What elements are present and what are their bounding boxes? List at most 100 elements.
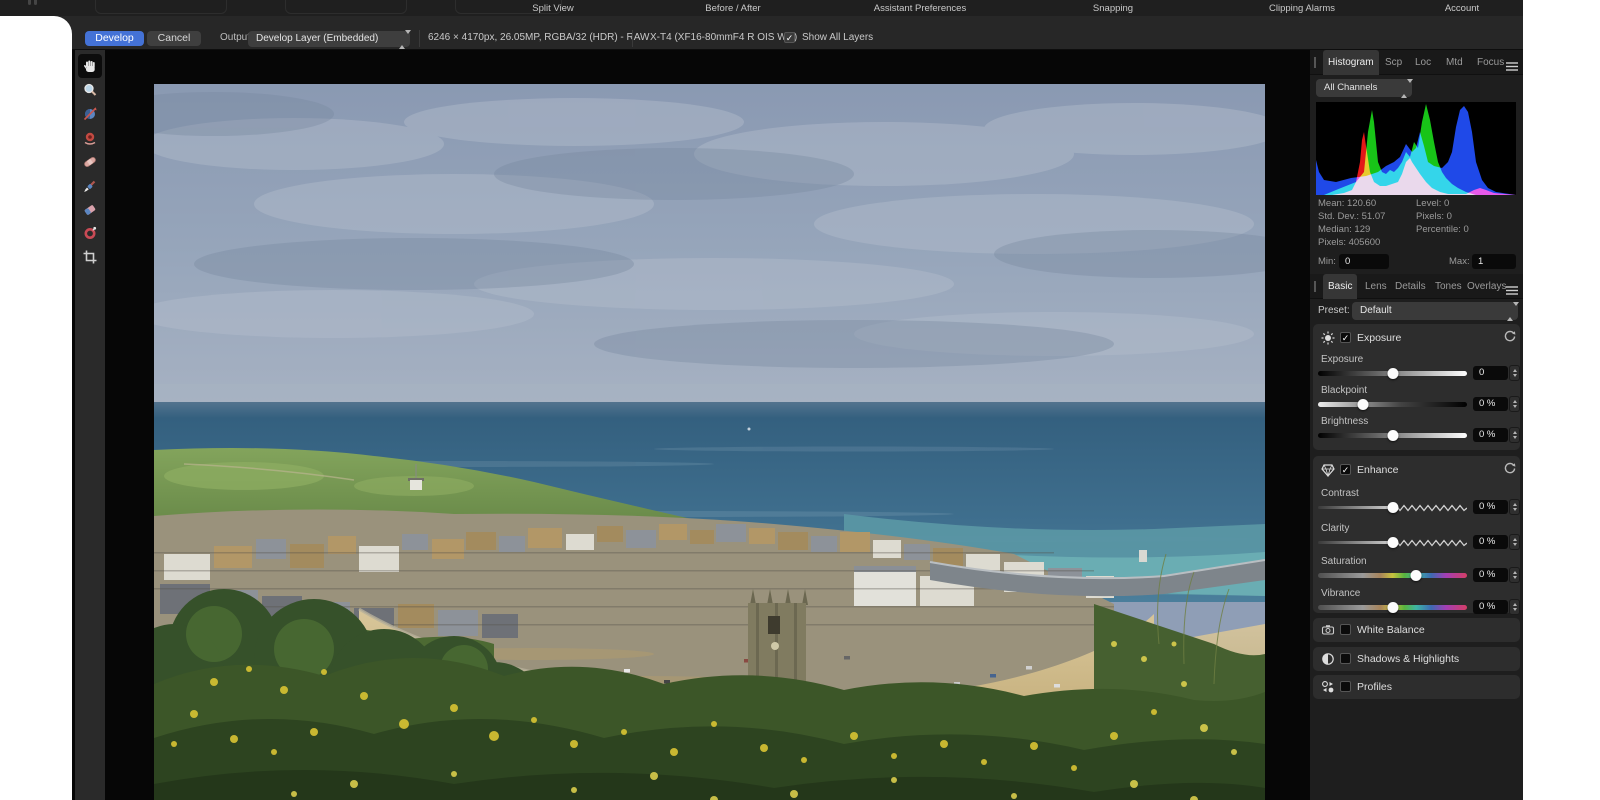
contrast-icon [1321, 652, 1335, 666]
exposure-slider[interactable] [1318, 371, 1467, 376]
saturation-value[interactable]: 0 % [1473, 568, 1508, 582]
white-balance-tool[interactable] [78, 102, 102, 126]
cancel-button[interactable]: Cancel [147, 31, 201, 46]
select-stepper-icon [1507, 306, 1514, 317]
develop-button[interactable]: Develop [85, 31, 144, 46]
slider-thumb[interactable] [1387, 502, 1398, 513]
output-select[interactable]: Develop Layer (Embedded) [248, 31, 410, 47]
app-screen: Split View Before / After Assistant Pref… [0, 0, 1600, 800]
exposure-reset-button[interactable] [1503, 330, 1517, 344]
vibrance-value[interactable]: 0 % [1473, 600, 1508, 614]
slider-label: Vibrance [1321, 588, 1360, 599]
white-balance-section[interactable]: White Balance [1313, 618, 1520, 642]
value-stepper[interactable] [1509, 534, 1520, 550]
toolbar-label-snapping[interactable]: Snapping [1093, 3, 1133, 14]
sun-icon [1321, 331, 1335, 345]
check-icon: ✓ [1342, 465, 1350, 475]
zoom-tool[interactable] [78, 78, 102, 102]
profiles-enabled-checkbox[interactable] [1340, 681, 1351, 692]
enhance-reset-button[interactable] [1503, 462, 1517, 476]
exposure-enabled-checkbox[interactable]: ✓ [1340, 332, 1351, 343]
clarity-slider[interactable] [1318, 540, 1467, 545]
slider-thumb[interactable] [1387, 430, 1398, 441]
tab-details[interactable]: Details [1390, 274, 1431, 299]
toolbar-label-split-view[interactable]: Split View [532, 3, 574, 14]
blackpoint-value[interactable]: 0 % [1473, 397, 1508, 411]
stat-mean: Mean: 120.60 [1318, 198, 1376, 209]
value-stepper[interactable] [1509, 396, 1520, 412]
eraser-icon [82, 202, 98, 218]
desktop-background [0, 16, 72, 800]
stat-percentile: Percentile: 0 [1416, 224, 1469, 235]
overlay-paint-tool[interactable] [78, 174, 102, 198]
tab-overlays[interactable]: Overlays [1462, 274, 1511, 299]
toolbar-label-assistant-preferences[interactable]: Assistant Preferences [874, 3, 966, 14]
show-all-layers-label[interactable]: Show All Layers [802, 32, 873, 43]
toolbar-label-before-after[interactable]: Before / After [705, 3, 760, 14]
preset-select-value: Default [1360, 302, 1392, 320]
stat-level: Level: 0 [1416, 198, 1449, 209]
vibrance-slider[interactable] [1318, 605, 1467, 610]
value-stepper[interactable] [1509, 427, 1520, 443]
toolbar-remnant [285, 0, 407, 14]
brightness-value[interactable]: 0 % [1473, 428, 1508, 442]
enhance-enabled-checkbox[interactable]: ✓ [1340, 464, 1351, 475]
photo-st-ives [154, 84, 1265, 800]
exposure-value[interactable]: 0 [1473, 366, 1508, 380]
view-tool[interactable] [78, 54, 102, 78]
value-stepper[interactable] [1509, 599, 1520, 615]
saturation-slider[interactable] [1318, 573, 1467, 578]
toolbar-label-clipping-alarms[interactable]: Clipping Alarms [1269, 3, 1335, 14]
max-input[interactable]: 1 [1472, 254, 1516, 269]
panel-menu-button[interactable] [1506, 58, 1518, 76]
section-title: Shadows & Highlights [1357, 653, 1459, 665]
select-stepper-icon [399, 34, 406, 45]
min-label: Min: [1318, 256, 1336, 267]
slider-label: Brightness [1321, 416, 1368, 427]
red-eye-removal-tool[interactable] [78, 126, 102, 150]
white-balance-icon [82, 106, 98, 122]
slider-thumb[interactable] [1387, 602, 1398, 613]
overlay-gradient-tool[interactable] [78, 221, 102, 245]
panel-menu-button[interactable] [1506, 282, 1518, 300]
preset-select[interactable]: Default [1352, 302, 1518, 320]
shadows-highlights-section[interactable]: Shadows & Highlights [1313, 647, 1520, 671]
show-all-layers-checkbox[interactable]: ✓ [784, 32, 795, 43]
blackpoint-slider[interactable] [1318, 402, 1467, 407]
tab-location[interactable]: Loc [1410, 50, 1436, 75]
channel-select[interactable]: All Channels [1316, 79, 1412, 97]
shadows-highlights-enabled-checkbox[interactable] [1340, 653, 1351, 664]
tab-basic[interactable]: Basic [1323, 274, 1357, 299]
toolbar-label-account[interactable]: Account [1445, 3, 1479, 14]
output-select-value: Develop Layer (Embedded) [256, 31, 378, 47]
tab-histogram[interactable]: Histogram [1323, 50, 1379, 75]
slider-thumb[interactable] [1411, 570, 1422, 581]
blemish-removal-tool[interactable] [78, 150, 102, 174]
gradient-icon [82, 225, 98, 241]
clarity-value[interactable]: 0 % [1473, 535, 1508, 549]
histogram-plot [1316, 102, 1516, 195]
overlay-erase-tool[interactable] [78, 198, 102, 222]
tab-lens[interactable]: Lens [1360, 274, 1392, 299]
brightness-slider[interactable] [1318, 433, 1467, 438]
profiles-section[interactable]: Profiles [1313, 675, 1520, 699]
value-stepper[interactable] [1509, 567, 1520, 583]
exposure-section: ✓ Exposure Exposure 0 Blackpoint 0 % Bri… [1313, 324, 1520, 450]
tab-focus[interactable]: Focus [1472, 50, 1509, 75]
contrast-slider[interactable] [1318, 505, 1467, 510]
profiles-icon [1321, 680, 1335, 694]
photo-canvas[interactable] [154, 84, 1265, 800]
tab-metadata[interactable]: Mtd [1441, 50, 1468, 75]
preset-label: Preset: [1318, 305, 1350, 316]
slider-thumb[interactable] [1357, 399, 1368, 410]
crop-tool[interactable] [78, 245, 102, 269]
tab-scope[interactable]: Scp [1380, 50, 1407, 75]
contrast-value[interactable]: 0 % [1473, 500, 1508, 514]
min-input[interactable]: 0 [1339, 254, 1389, 269]
slider-thumb[interactable] [1387, 368, 1398, 379]
slider-label: Blackpoint [1321, 385, 1367, 396]
value-stepper[interactable] [1509, 365, 1520, 381]
slider-thumb[interactable] [1387, 537, 1398, 548]
white-balance-enabled-checkbox[interactable] [1340, 624, 1351, 635]
value-stepper[interactable] [1509, 499, 1520, 515]
